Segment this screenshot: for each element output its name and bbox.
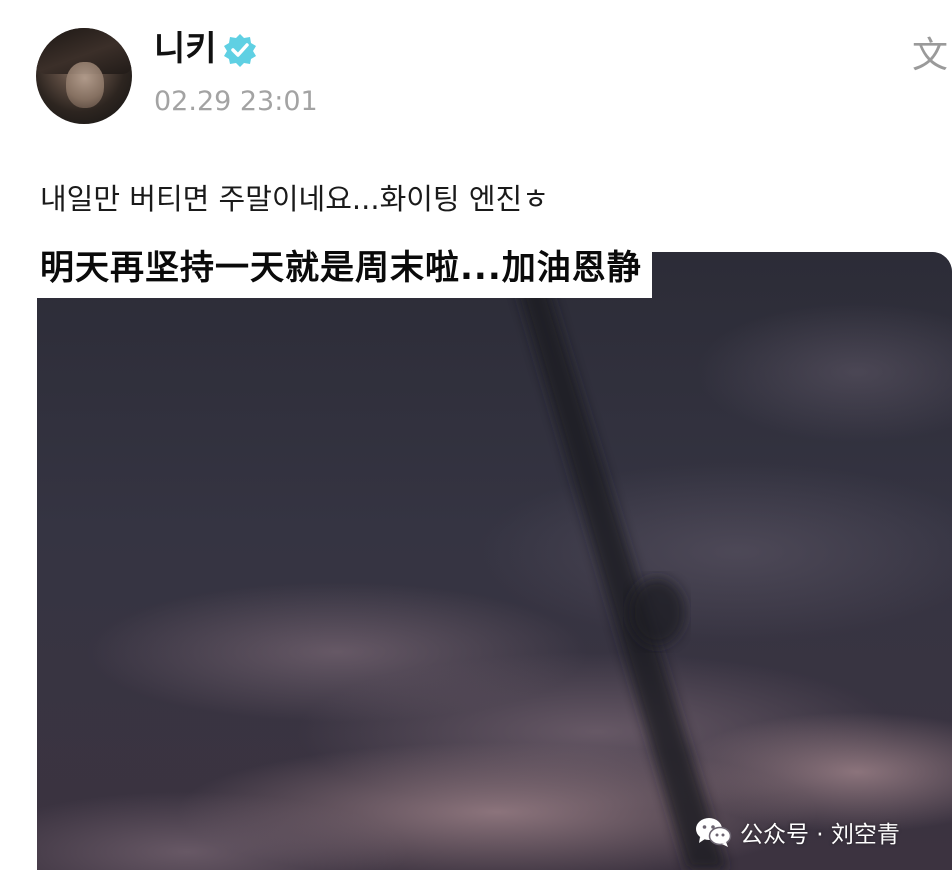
verified-badge-icon <box>224 34 256 67</box>
night-sky-image <box>37 252 952 870</box>
translation-subtitle: 明天再坚持一天就是周末啦...加油恩静 <box>34 238 652 298</box>
translate-icon[interactable]: 文 <box>912 36 948 76</box>
avatar[interactable] <box>36 28 132 124</box>
wechat-icon <box>696 818 732 847</box>
post-text: 내일만 버티면 주말이네요...화이팅 엔진ㅎ <box>40 182 549 216</box>
wechat-watermark: 公众号 · 刘空青 <box>694 812 900 852</box>
post-timestamp: 02.29 23:01 <box>154 86 318 117</box>
avatar-face <box>66 62 104 108</box>
post-photo[interactable] <box>37 252 952 870</box>
watermark-text: 公众号 · 刘空青 <box>740 822 900 848</box>
username[interactable]: 니키 <box>154 29 217 69</box>
